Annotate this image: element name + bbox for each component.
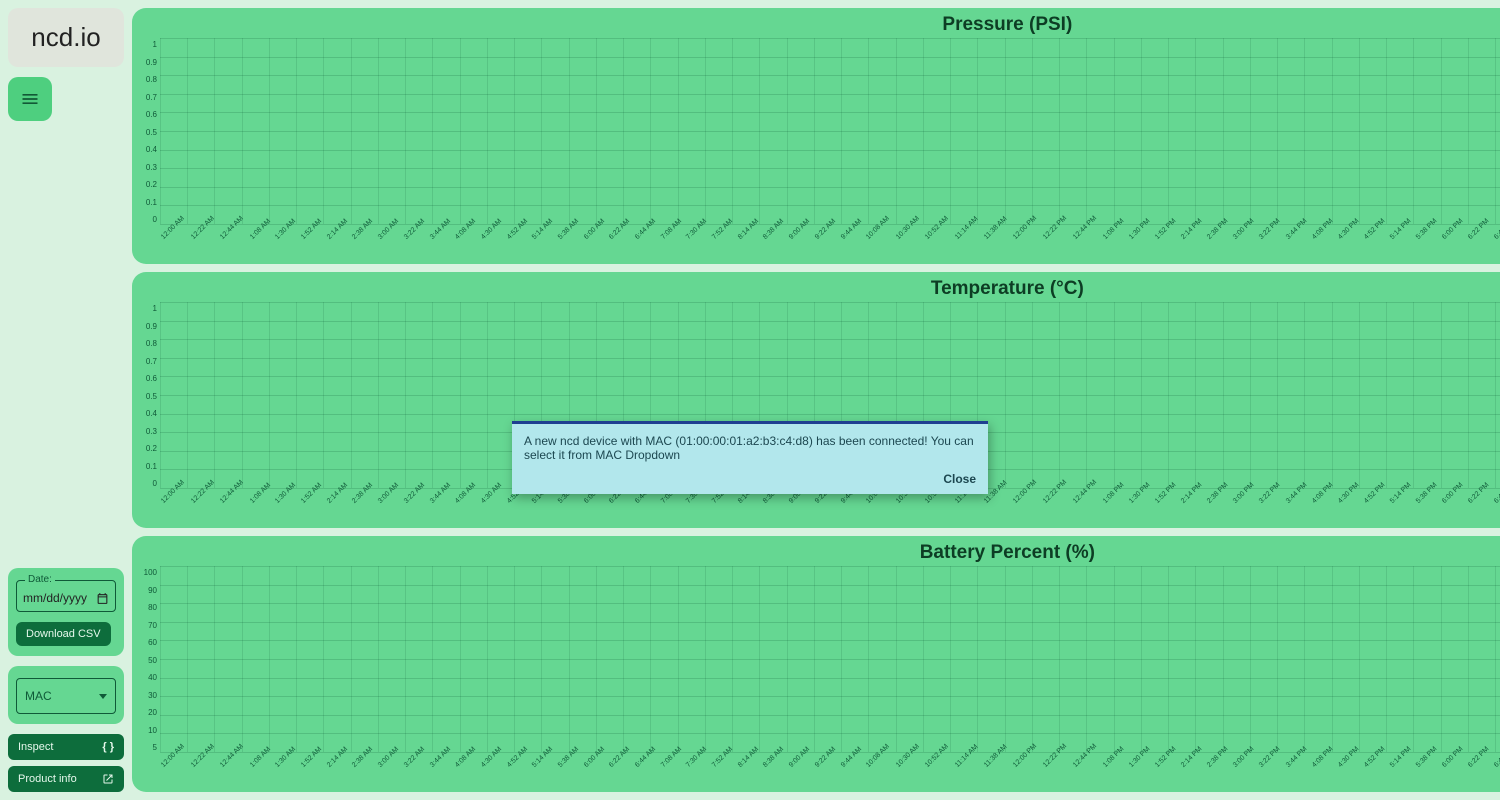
download-csv-button[interactable]: Download CSV bbox=[16, 622, 111, 646]
inspect-label: Inspect bbox=[18, 741, 53, 753]
pressure-chart-title: Pressure (PSI) bbox=[138, 12, 1500, 38]
date-field[interactable]: Date: mm/dd/yyyy bbox=[16, 580, 116, 612]
temperature-y-axis: 10.90.80.70.60.50.40.30.20.10 bbox=[138, 302, 160, 488]
pressure-y-axis: 10.90.80.70.60.50.40.30.20.10 bbox=[138, 38, 160, 224]
battery-chart-title: Battery Percent (%) bbox=[138, 540, 1500, 566]
external-link-icon bbox=[102, 773, 114, 785]
date-label: Date: bbox=[25, 574, 55, 585]
pressure-chart: Pressure (PSI) 10.90.80.70.60.50.40.30.2… bbox=[132, 8, 1500, 264]
battery-plot bbox=[160, 566, 1500, 752]
date-panel: Date: mm/dd/yyyy Download CSV bbox=[8, 568, 124, 656]
temperature-chart-title: Temperature (°C) bbox=[138, 276, 1500, 302]
product-info-label: Product info bbox=[18, 773, 77, 785]
calendar-icon bbox=[96, 592, 109, 605]
mac-label: MAC bbox=[25, 689, 52, 703]
toast-message: A new ncd device with MAC (01:00:00:01:a… bbox=[524, 434, 976, 462]
inspect-button[interactable]: Inspect { } bbox=[8, 734, 124, 760]
menu-button[interactable] bbox=[8, 77, 52, 121]
charts-column: Pressure (PSI) 10.90.80.70.60.50.40.30.2… bbox=[132, 8, 1500, 792]
sidebar: ncd.io Date: mm/dd/yyyy Download CSV MAC bbox=[8, 8, 124, 792]
logo: ncd.io bbox=[8, 8, 124, 67]
chevron-down-icon bbox=[99, 694, 107, 699]
product-info-button[interactable]: Product info bbox=[8, 766, 124, 792]
inspect-braces-icon: { } bbox=[102, 741, 114, 753]
pressure-plot bbox=[160, 38, 1500, 224]
battery-x-axis: 12:00 AM12:22 AM12:44 AM1:08 AM1:30 AM1:… bbox=[138, 752, 1500, 788]
notification-toast: A new ncd device with MAC (01:00:00:01:a… bbox=[512, 421, 988, 494]
toast-close-button[interactable]: Close bbox=[524, 472, 976, 486]
mac-dropdown[interactable]: MAC bbox=[16, 678, 116, 714]
battery-y-axis: 1009080706050403020105 bbox=[138, 566, 160, 752]
date-placeholder: mm/dd/yyyy bbox=[23, 591, 87, 605]
hamburger-icon bbox=[20, 89, 40, 109]
mac-panel: MAC bbox=[8, 666, 124, 724]
pressure-x-axis: 12:00 AM12:22 AM12:44 AM1:08 AM1:30 AM1:… bbox=[138, 224, 1500, 260]
battery-chart: Battery Percent (%) 10090807060504030201… bbox=[132, 536, 1500, 792]
